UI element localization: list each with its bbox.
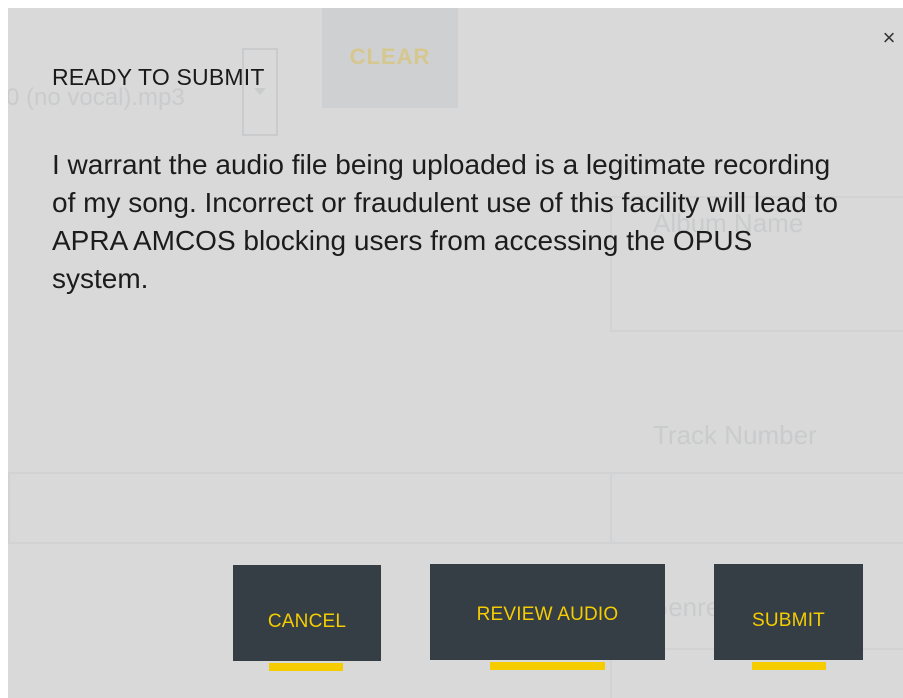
cancel-button[interactable]: CANCEL [233,565,381,671]
submit-button-underline [752,662,826,670]
submit-button[interactable]: SUBMIT [714,564,863,670]
warranty-message: I warrant the audio file being uploaded … [52,149,838,294]
cancel-button-label: CANCEL [267,611,347,632]
background-left-field [8,472,612,544]
cancel-button-underline [269,663,343,671]
review-audio-button[interactable]: REVIEW AUDIO [430,564,665,670]
close-icon[interactable]: × [879,26,899,50]
submit-dialog: 0 (no vocal).mp3 CLEAR Album Name Track … [8,8,903,698]
review-audio-button-label: REVIEW AUDIO [476,604,619,625]
submit-button-label: SUBMIT [752,610,825,631]
review-audio-button-underline [490,662,605,670]
modal-title: READY TO SUBMIT [52,64,265,90]
background-track-field [610,472,903,544]
background-track-label: Track Number [653,420,817,450]
background-file-dropdown [242,48,278,136]
background-clear-button: CLEAR [322,8,458,108]
